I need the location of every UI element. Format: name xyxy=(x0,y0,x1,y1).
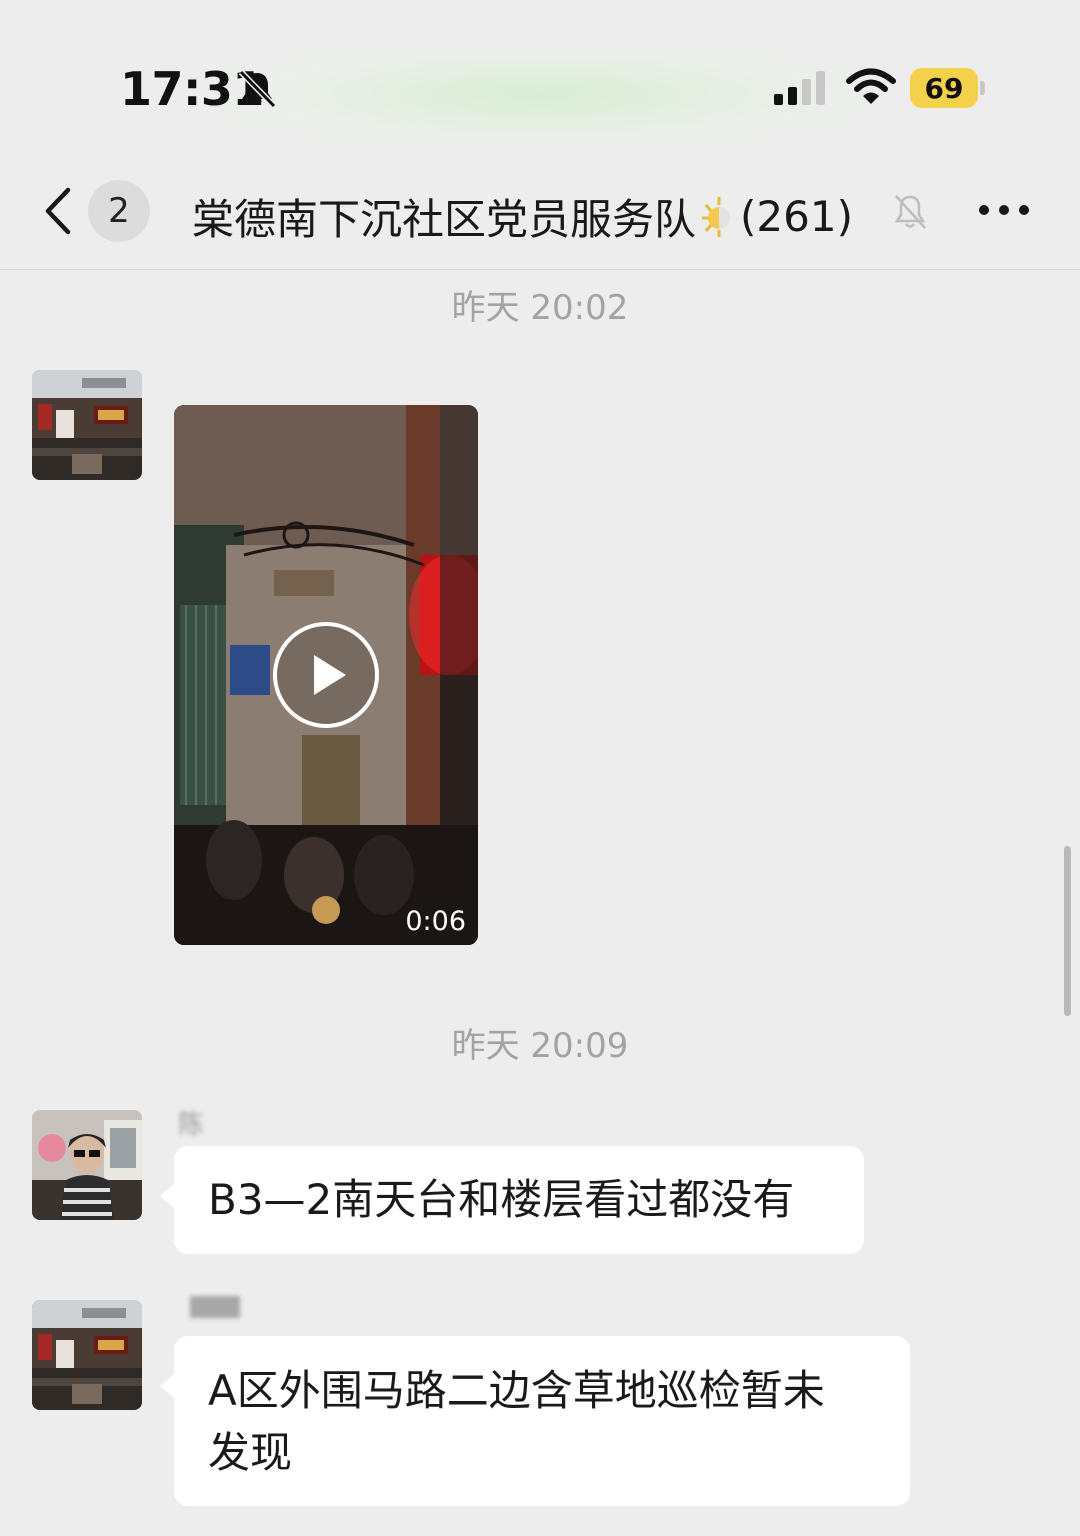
sun-emoji-icon xyxy=(702,196,731,237)
message-text: B3—2南天台和楼层看过都没有 xyxy=(208,1175,795,1224)
wifi-icon xyxy=(846,68,896,104)
signal-icon xyxy=(774,71,825,105)
battery-cap xyxy=(980,81,985,95)
bell-off-icon xyxy=(238,69,277,109)
battery-level: 69 xyxy=(910,68,978,108)
more-icon[interactable] xyxy=(976,198,1032,222)
message-text-line: A区外围马路二边含草地巡检暂未 xyxy=(208,1366,825,1415)
battery-icon: 69 xyxy=(910,68,985,108)
message-timestamp: 昨天 20:02 xyxy=(451,288,629,328)
avatar[interactable] xyxy=(32,1300,142,1410)
scrollbar[interactable] xyxy=(1064,846,1071,1016)
sender-name xyxy=(178,1296,268,1322)
message-bubble[interactable]: B3—2南天台和楼层看过都没有 xyxy=(160,1146,864,1254)
group-name: 棠德南下沉社区党员服务队 xyxy=(192,195,697,244)
avatar[interactable] xyxy=(32,370,142,480)
message-bubble[interactable]: A区外围马路二边含草地巡检暂未 发现 xyxy=(160,1336,910,1506)
avatar[interactable] xyxy=(32,1110,142,1220)
member-count: (261) xyxy=(740,192,853,241)
status-bar: 17:31 69 xyxy=(0,0,1080,150)
mute-icon xyxy=(894,195,926,229)
message-timestamp: 昨天 20:09 xyxy=(451,1026,629,1066)
chat-header: 2 棠德南下沉社区党员服务队 (261) xyxy=(0,150,1080,270)
message-text-line: 发现 xyxy=(208,1428,293,1477)
chat-title[interactable]: 棠德南下沉社区党员服务队 (261) xyxy=(192,186,853,247)
unread-count-badge[interactable]: 2 xyxy=(88,180,150,242)
play-button[interactable] xyxy=(272,621,380,729)
video-duration: 0:06 xyxy=(405,906,466,937)
back-icon[interactable] xyxy=(40,186,76,236)
video-message[interactable]: 0:06 xyxy=(174,405,478,945)
sender-name: 陈 xyxy=(178,1110,205,1140)
